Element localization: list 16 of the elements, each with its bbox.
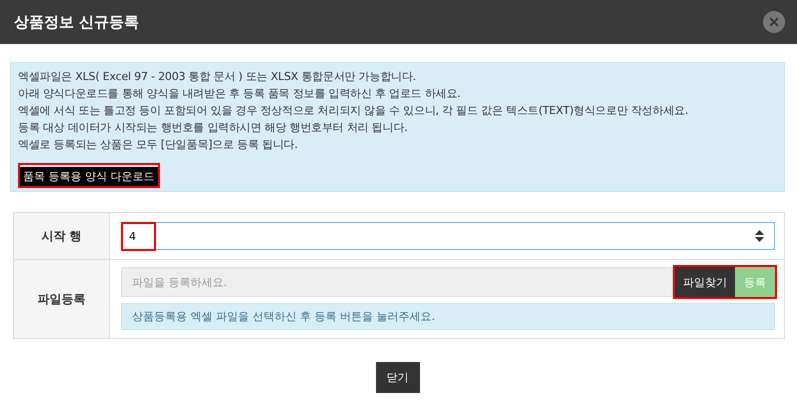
notice-text: 아래 양식다운로드를 통해 양식을 내려받은 후 등록 품목 정보를 입력하신 후 업로드 하세요. [18, 86, 462, 102]
spinner-icon[interactable] [755, 230, 764, 242]
download-button[interactable]: 품목 등록용 양식 다운로드 [20, 167, 158, 186]
notice-text: 엑셀파일은 XLS( Excel 97 - 2003 통합 문서 ) 또는 XLSX 통합문서만 가능합니다. [18, 69, 417, 85]
row-label: 파일등록 [14, 260, 110, 338]
hint-text: 상품등록용 엑셀 파일을 선택하신 후 등록 버튼을 눌러주세요. [121, 303, 775, 330]
notice-text: 엑셀로 등록되는 상품은 모두 [단일품목]으로 등록 됩니다. [18, 137, 299, 153]
window-title: 상품정보 신규등록 [14, 12, 140, 32]
number-field[interactable]: 4 [121, 222, 775, 250]
notice-text: 등록 대상 데이터가 시작되는 행번호를 입력하시면 해당 행번호부터 처리 됩니다. [18, 120, 408, 136]
close-button[interactable]: 닫기 [376, 362, 420, 393]
field-value: 4 [121, 222, 156, 250]
row-label: 시작 행 [14, 213, 110, 260]
browse-button[interactable]: 파일찾기 [675, 267, 735, 297]
notice-text: 엑셀에 서식 또는 틀고정 등이 포함되어 있을 경우 정상적으로 처리되지 않을 수 있으니, 각 필드 값은 텍스트(TEXT)형식으로만 작성하세요. [18, 103, 690, 119]
file-field[interactable]: 파일을 등록하세요. [121, 267, 673, 297]
